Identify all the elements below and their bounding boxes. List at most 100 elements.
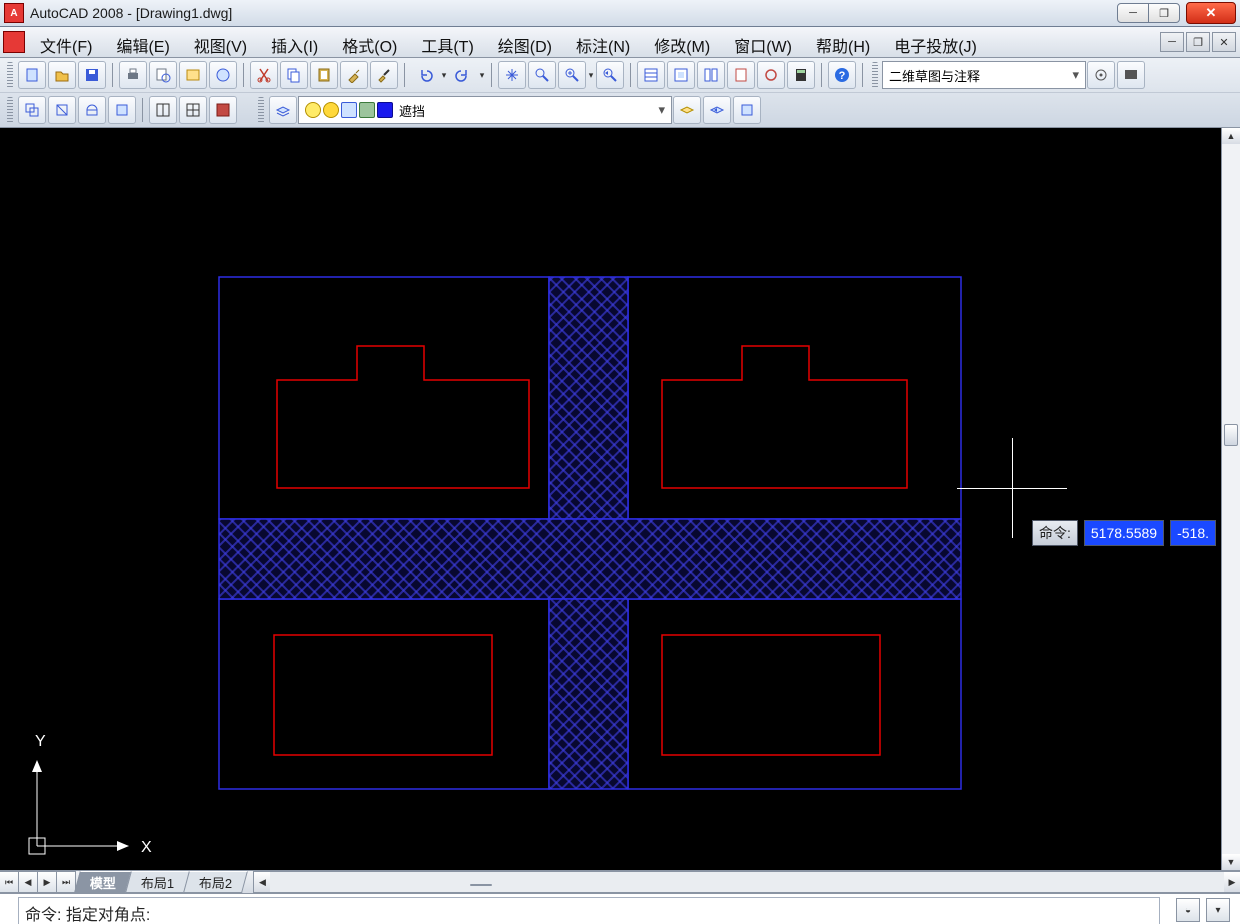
properties-icon[interactable] — [637, 61, 665, 89]
menu-view[interactable]: 视图(V) — [182, 27, 259, 57]
menu-edit[interactable]: 编辑(E) — [104, 27, 181, 57]
menu-format[interactable]: 格式(O) — [330, 27, 409, 57]
menu-draw[interactable]: 绘图(D) — [486, 27, 564, 57]
undo-dropdown-icon[interactable]: ▾ — [440, 62, 448, 88]
minimize-button[interactable]: ─ — [1118, 4, 1148, 22]
tab-next-icon[interactable]: ▶ — [37, 871, 57, 893]
menu-modify[interactable]: 修改(M) — [642, 27, 722, 57]
design-center-icon[interactable] — [667, 61, 695, 89]
menu-insert[interactable]: 插入(I) — [259, 27, 330, 57]
match-properties-icon[interactable] — [340, 61, 368, 89]
layer-plot-icon — [359, 102, 375, 118]
copy-icon[interactable] — [280, 61, 308, 89]
modify-tool-4-icon[interactable] — [108, 96, 136, 124]
zoom-window-icon[interactable] — [558, 61, 586, 89]
pan-icon[interactable] — [498, 61, 526, 89]
print-icon[interactable] — [119, 61, 147, 89]
layout-tab-2[interactable]: 布局2 — [183, 871, 248, 893]
menu-window[interactable]: 窗口(W) — [722, 27, 804, 57]
drawing-canvas[interactable]: X Y — [0, 128, 1240, 870]
command-options-icon[interactable]: ▾ — [1206, 898, 1230, 922]
markup-icon[interactable] — [757, 61, 785, 89]
mdi-app-icon[interactable] — [0, 27, 28, 57]
brush-icon[interactable] — [370, 61, 398, 89]
redo-dropdown-icon[interactable]: ▾ — [478, 62, 486, 88]
maximize-button[interactable]: ❐ — [1148, 4, 1179, 22]
mdi-minimize-button[interactable]: ─ — [1160, 32, 1184, 52]
print-preview-icon[interactable] — [149, 61, 177, 89]
svg-text:X: X — [141, 839, 152, 856]
workspace-combo[interactable]: 二维草图与注释 ▾ — [882, 61, 1086, 89]
command-input[interactable]: 命令: 指定对角点: — [18, 897, 1160, 924]
toolbar-grip[interactable] — [7, 97, 13, 123]
plan-corridor-h — [219, 519, 961, 599]
plan-feature-tr — [662, 346, 907, 488]
scroll-thumb[interactable] — [1224, 424, 1238, 446]
close-button[interactable]: ✕ — [1186, 2, 1236, 24]
modify-tool-2-icon[interactable] — [48, 96, 76, 124]
layer-properties-icon[interactable] — [269, 96, 297, 124]
zoom-realtime-icon[interactable] — [528, 61, 556, 89]
publish-icon[interactable] — [179, 61, 207, 89]
titlebar: A AutoCAD 2008 - [Drawing1.dwg] ─ ❐ ✕ — [0, 0, 1240, 27]
modify-tool-6-icon[interactable] — [179, 96, 207, 124]
zoom-previous-icon[interactable] — [596, 61, 624, 89]
open-icon[interactable] — [48, 61, 76, 89]
new-icon[interactable] — [18, 61, 46, 89]
plan-feature-bl — [274, 635, 492, 755]
workspace-settings-icon[interactable] — [1087, 61, 1115, 89]
scroll-down-icon[interactable]: ▼ — [1222, 854, 1240, 870]
cut-icon[interactable] — [250, 61, 278, 89]
paste-icon[interactable] — [310, 61, 338, 89]
modify-tool-1-icon[interactable] — [18, 96, 46, 124]
menu-file[interactable]: 文件(F) — [28, 27, 104, 57]
redo-icon[interactable] — [449, 61, 477, 89]
workspace-toggle-icon[interactable] — [1117, 61, 1145, 89]
toolbar-grip[interactable] — [258, 97, 264, 123]
modify-tool-5-icon[interactable] — [149, 96, 177, 124]
tab-first-icon[interactable]: ⏮ — [0, 871, 19, 893]
menu-etrans[interactable]: 电子投放(J) — [882, 27, 989, 57]
scroll-left-icon[interactable]: ◀ — [254, 872, 270, 892]
horizontal-scrollbar[interactable]: ◀ ▶ — [253, 871, 1240, 893]
scroll-right-icon[interactable]: ▶ — [1224, 872, 1240, 892]
plan-feature-br — [662, 635, 880, 755]
standard-toolbar: ▾ ▾ ▾ ? 二维草图与注释 ▾ — [0, 58, 1240, 92]
vertical-scrollbar[interactable]: ▲ ▼ — [1221, 128, 1240, 870]
menu-tools[interactable]: 工具(T) — [409, 27, 485, 57]
modify-layer-toolbar: 遮挡 ▾ — [0, 92, 1240, 127]
drawing-area[interactable]: X Y 命令: 5178.5589 -518. ▲ ▼ — [0, 128, 1240, 870]
mdi-close-button[interactable]: ✕ — [1212, 32, 1236, 52]
layout-tab-model[interactable]: 模型 — [74, 871, 132, 893]
layout-tab-1[interactable]: 布局1 — [125, 871, 190, 893]
menu-dim[interactable]: 标注(N) — [564, 27, 642, 57]
tool-palettes-icon[interactable] — [697, 61, 725, 89]
modify-tool-3-icon[interactable] — [78, 96, 106, 124]
layer-walk-icon[interactable] — [733, 96, 761, 124]
scroll-up-icon[interactable]: ▲ — [1222, 128, 1240, 144]
command-recent-icon[interactable]: ◒ — [1176, 898, 1200, 922]
modify-tool-7-icon[interactable] — [209, 96, 237, 124]
layer-combo-text: 遮挡 — [399, 101, 425, 120]
menu-help[interactable]: 帮助(H) — [804, 27, 882, 57]
layer-state-icon[interactable] — [673, 96, 701, 124]
undo-icon[interactable] — [411, 61, 439, 89]
tab-last-icon[interactable]: ⏭ — [56, 871, 76, 893]
help-icon[interactable]: ? — [828, 61, 856, 89]
plan-feature-tl — [277, 346, 529, 488]
layer-lock-icon — [341, 102, 357, 118]
toolbar-grip[interactable] — [872, 62, 878, 88]
etransmit-icon[interactable] — [209, 61, 237, 89]
dynamic-input-extra[interactable]: -518. — [1170, 520, 1216, 546]
zoom-dropdown-icon[interactable]: ▾ — [587, 62, 595, 88]
layer-previous-icon[interactable] — [703, 96, 731, 124]
mdi-restore-button[interactable]: ❐ — [1186, 32, 1210, 52]
tab-prev-icon[interactable]: ◀ — [18, 871, 38, 893]
layer-combo[interactable]: 遮挡 ▾ — [298, 96, 672, 124]
scroll-thumb[interactable] — [470, 884, 492, 886]
toolbar-grip[interactable] — [7, 62, 13, 88]
sheet-set-icon[interactable] — [727, 61, 755, 89]
calculator-icon[interactable] — [787, 61, 815, 89]
save-icon[interactable] — [78, 61, 106, 89]
dynamic-input-value[interactable]: 5178.5589 — [1084, 520, 1164, 546]
